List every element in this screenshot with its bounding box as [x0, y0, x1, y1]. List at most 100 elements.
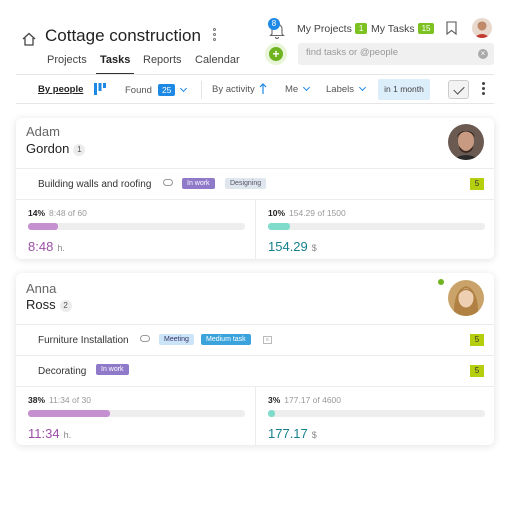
person-first-name: Adam — [26, 124, 60, 139]
time-progress-bar — [28, 223, 245, 230]
category-tag[interactable]: Meeting — [159, 334, 194, 345]
status-tag[interactable]: In work — [182, 178, 215, 189]
online-status-dot — [438, 279, 444, 285]
more-options-icon[interactable] — [482, 82, 485, 97]
link-icon — [140, 335, 150, 342]
sort-arrow-icon[interactable] — [259, 83, 267, 95]
link-icon — [163, 179, 173, 186]
person-card: Anna Ross 2 Furniture Installation Meetin… — [16, 273, 494, 445]
bookmark-icon[interactable] — [446, 21, 457, 35]
found-dropdown[interactable]: Found 25 — [125, 84, 188, 96]
search-input[interactable] — [306, 47, 466, 58]
time-total: 11:34 h. — [28, 426, 71, 441]
time-value: 8:48 — [28, 239, 54, 254]
time-unit: h. — [63, 430, 72, 440]
time-stat: 14% 8:48 of 60 8:48 h. — [16, 200, 255, 259]
money-percent-value: 3% — [268, 395, 281, 405]
money-unit: $ — [311, 430, 317, 440]
period-filter[interactable]: in 1 month — [378, 79, 430, 100]
board-view-icon[interactable] — [94, 83, 106, 95]
time-percent: 14% 8:48 of 60 — [28, 208, 87, 218]
task-row[interactable]: Furniture Installation Meeting Medium ta… — [16, 324, 494, 354]
select-all-checkbox[interactable] — [448, 80, 469, 99]
money-total: 177.17 $ — [268, 426, 317, 441]
money-value: 154.29 — [268, 239, 308, 254]
chevron-down-icon — [180, 84, 188, 93]
person-first-name: Anna — [26, 281, 57, 296]
money-percent: 10% 154.29 of 1500 — [268, 208, 346, 218]
money-stat: 3% 177.17 of 4600 177.17 $ — [255, 387, 494, 445]
notifications-badge: 8 — [268, 18, 280, 30]
plus-icon: + — [269, 47, 283, 61]
person-stats: 14% 8:48 of 60 8:48 h. 10% 154.29 of 1500 1… — [16, 199, 494, 259]
task-name[interactable]: Decorating — [38, 366, 86, 377]
person-last-name-text: Gordon — [26, 141, 70, 156]
my-projects-count: 1 — [354, 23, 368, 34]
person-card: Adam Gordon 1 Building walls and roofing … — [16, 118, 494, 259]
tab-projects[interactable]: Projects — [47, 54, 87, 66]
task-row[interactable]: Building walls and roofing In work Desig… — [16, 168, 494, 198]
money-unit: $ — [311, 243, 317, 253]
group-by-people[interactable]: By people — [38, 84, 83, 95]
filter-bar: By people Found 25 By activity Me Labels … — [16, 74, 494, 104]
time-percent-value: 38% — [28, 395, 46, 405]
app-header: Cottage construction Projects Tasks Repo… — [16, 16, 494, 75]
avatar[interactable] — [448, 124, 484, 160]
time-progress-bar — [28, 410, 245, 417]
task-count-badge: 5 — [470, 365, 484, 377]
my-tasks-link[interactable]: My Tasks 15 — [371, 23, 435, 35]
found-label: Found — [125, 85, 152, 96]
time-total: 8:48 h. — [28, 239, 65, 254]
user-avatar[interactable] — [472, 18, 492, 38]
notifications-button[interactable]: 8 — [266, 18, 288, 41]
chevron-down-icon — [358, 83, 367, 92]
task-name[interactable]: Furniture Installation — [38, 335, 129, 346]
task-count-badge: 5 — [470, 178, 484, 190]
project-title: Cottage construction — [45, 26, 201, 45]
person-last-name: Gordon 1 — [26, 141, 86, 156]
time-of-total: 11:34 of 30 — [49, 395, 91, 405]
me-label: Me — [285, 84, 299, 95]
my-tasks-label: My Tasks — [371, 23, 415, 35]
sort-by-activity[interactable]: By activity — [212, 84, 255, 95]
person-last-name: Ross 2 — [26, 297, 72, 312]
money-stat: 10% 154.29 of 1500 154.29 $ — [255, 200, 494, 259]
person-last-name-text: Ross — [26, 297, 56, 312]
money-progress-bar — [268, 410, 485, 417]
person-task-count: 2 — [59, 300, 72, 312]
time-percent: 38% 11:34 of 30 — [28, 395, 91, 405]
my-projects-label: My Projects — [297, 23, 352, 35]
found-count: 25 — [157, 84, 176, 96]
money-percent: 3% 177.17 of 4600 — [268, 395, 341, 405]
document-icon: ≡ — [263, 336, 272, 344]
tab-calendar[interactable]: Calendar — [195, 54, 240, 66]
time-value: 11:34 — [28, 426, 60, 441]
time-percent-value: 14% — [28, 208, 46, 218]
task-count-badge: 5 — [470, 334, 484, 346]
status-tag[interactable]: In work — [96, 364, 129, 375]
my-tasks-count: 15 — [417, 23, 435, 34]
money-value: 177.17 — [268, 426, 308, 441]
home-icon[interactable] — [22, 32, 36, 46]
labels-dropdown[interactable]: Labels — [326, 83, 367, 95]
assignee-dropdown[interactable]: Me — [285, 83, 311, 95]
time-stat: 38% 11:34 of 30 11:34 h. — [16, 387, 255, 445]
add-task-button[interactable]: + — [265, 43, 287, 65]
tab-tasks[interactable]: Tasks — [95, 54, 135, 75]
by-activity-label: By activity — [212, 84, 255, 95]
divider — [201, 81, 202, 99]
tab-reports[interactable]: Reports — [143, 54, 182, 66]
category-tag[interactable]: Medium task — [201, 334, 251, 345]
chevron-down-icon — [303, 83, 311, 92]
task-row[interactable]: Decorating In work 5 — [16, 355, 494, 385]
category-tag[interactable]: Designing — [225, 178, 267, 189]
my-projects-link[interactable]: My Projects 1 — [297, 23, 368, 35]
project-menu-icon[interactable] — [213, 28, 217, 42]
money-total: 154.29 $ — [268, 239, 317, 254]
avatar[interactable] — [448, 280, 484, 316]
money-percent-value: 10% — [268, 208, 286, 218]
money-of-total: 154.29 of 1500 — [289, 208, 346, 218]
clear-search-icon[interactable]: × — [478, 49, 488, 59]
task-name[interactable]: Building walls and roofing — [38, 179, 151, 190]
money-of-total: 177.17 of 4600 — [284, 395, 342, 405]
